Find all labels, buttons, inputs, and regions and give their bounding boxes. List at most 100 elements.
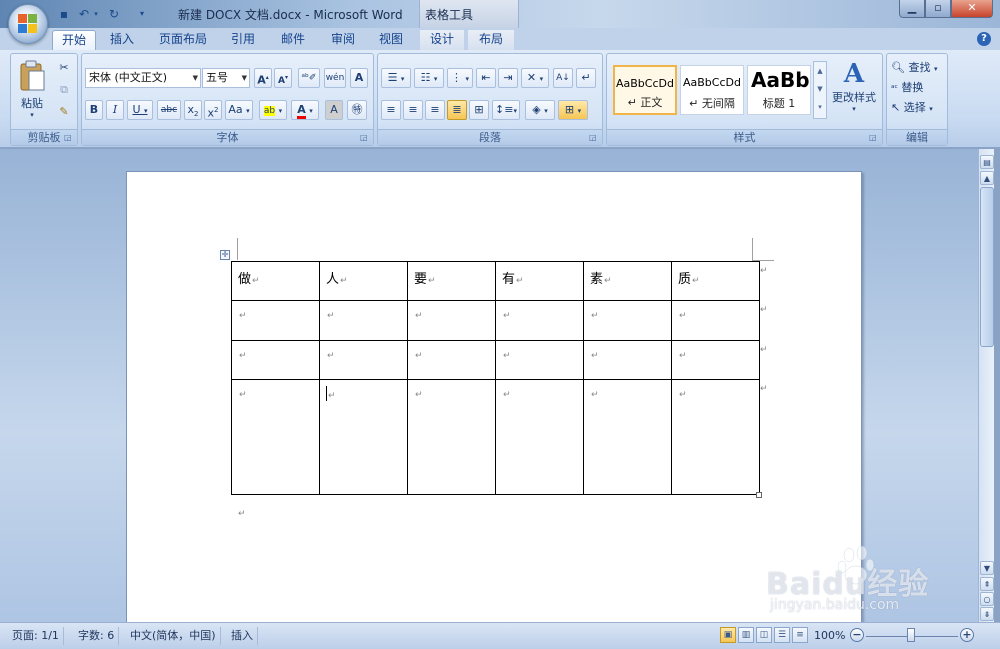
shading-button[interactable]: ◈ ▾ [525, 100, 555, 120]
paragraph-launcher-icon[interactable]: ◲ [589, 133, 599, 143]
character-border-button[interactable]: A [350, 68, 368, 88]
superscript-button[interactable]: x2 [204, 100, 222, 120]
draft-view-icon[interactable]: ≡ [792, 627, 808, 643]
undo-dropdown-icon[interactable]: ▾ [92, 6, 100, 22]
style-no-spacing[interactable]: AaBbCcDd ↵ 无间隔 [680, 65, 744, 115]
align-right-button[interactable]: ≡ [425, 100, 445, 120]
style-normal[interactable]: AaBbCcDd ↵ 正文 [613, 65, 677, 115]
table-cell[interactable]: ↵ [671, 300, 760, 341]
italic-button[interactable]: I [106, 100, 124, 120]
minimize-button[interactable]: ▁ [899, 0, 925, 18]
sort-button[interactable]: A↓ [553, 68, 573, 88]
tab-layout[interactable]: 布局 [468, 30, 514, 50]
asian-layout-button[interactable]: ✕ ▾ [521, 68, 549, 88]
zoom-level[interactable]: 100% [810, 627, 849, 645]
status-language[interactable]: 中文(简体，中国) [126, 627, 221, 645]
scroll-down-arrow[interactable]: ▼ [980, 561, 994, 575]
table-cell[interactable]: ↵ [495, 340, 584, 380]
align-left-button[interactable]: ≡ [381, 100, 401, 120]
customize-qat-icon[interactable]: ▾ [134, 6, 150, 22]
status-word-count[interactable]: 字数: 6 [74, 627, 120, 645]
table-cell[interactable]: ↵ [495, 300, 584, 341]
save-icon[interactable]: ▪ [56, 6, 72, 22]
previous-page-icon[interactable]: ⇞ [980, 577, 994, 591]
table-cell[interactable]: 质↵ [671, 261, 760, 301]
clear-format-button[interactable]: ᵃᵇ✐ [298, 68, 320, 88]
font-size-combo[interactable]: 五号 ▼ [202, 68, 250, 88]
find-button[interactable]: 🔍︎ 查找 ▾ [891, 59, 937, 77]
ruler-toggle-icon[interactable]: ▤ [980, 155, 994, 169]
status-insert-mode[interactable]: 插入 [227, 627, 258, 645]
styles-launcher-icon[interactable]: ◲ [869, 133, 879, 143]
table-resize-handle[interactable] [756, 492, 762, 498]
tab-home[interactable]: 开始 [52, 30, 96, 50]
vertical-scrollbar[interactable]: ▤ ▲ ▼ ⇞ ○ ⇟ [978, 149, 994, 622]
justify-button[interactable]: ≣ [447, 100, 467, 120]
change-case-button[interactable]: Aa ▾ [225, 100, 253, 120]
text-highlight-button[interactable]: ab ▾ [259, 100, 287, 120]
decrease-indent-button[interactable]: ⇤ [476, 68, 496, 88]
table-cell[interactable]: 有↵ [495, 261, 584, 301]
next-page-icon[interactable]: ⇟ [980, 607, 994, 621]
redo-icon[interactable]: ↻ [106, 6, 122, 22]
table-cell[interactable]: 素↵ [583, 261, 672, 301]
replace-button[interactable]: ᵃᶜ 替换 [891, 79, 923, 97]
table-cell[interactable]: ↵ [495, 379, 584, 495]
undo-icon[interactable]: ↶ [76, 6, 92, 22]
format-painter-icon[interactable]: ✎ [55, 102, 73, 122]
tab-review[interactable]: 审阅 [322, 30, 364, 50]
table-cell[interactable]: ↵ [583, 300, 672, 341]
change-styles-button[interactable]: A 更改样式 ▾ [829, 59, 879, 123]
bullets-button[interactable]: ☰ ▾ [381, 68, 411, 88]
multilevel-list-button[interactable]: ⋮ ▾ [447, 68, 473, 88]
table-cell[interactable]: 人↵ [319, 261, 408, 301]
table-cell[interactable]: ↵ [231, 340, 320, 380]
table-cell[interactable]: ↵ [671, 340, 760, 380]
office-button[interactable] [8, 4, 48, 44]
tab-view[interactable]: 视图 [370, 30, 412, 50]
tab-design[interactable]: 设计 [420, 30, 464, 50]
table-cell[interactable]: ↵ [231, 379, 320, 495]
table-cell[interactable]: 要↵ [407, 261, 496, 301]
font-launcher-icon[interactable]: ◲ [360, 133, 370, 143]
show-marks-button[interactable]: ↵ [576, 68, 596, 88]
print-layout-view-icon[interactable]: ▣ [720, 627, 736, 643]
help-icon[interactable]: ? [977, 32, 991, 46]
cut-icon[interactable]: ✂ [55, 58, 73, 78]
align-center-button[interactable]: ≡ [403, 100, 423, 120]
table-cell[interactable]: ↵ [319, 300, 408, 341]
paste-button[interactable]: 粘贴 ▾ [15, 58, 49, 126]
outline-view-icon[interactable]: ☰ [774, 627, 790, 643]
shrink-font-button[interactable]: A▾ [274, 68, 292, 88]
table-cell[interactable]: ↵ [319, 379, 408, 495]
document-page[interactable]: ✛ 做↵ 人↵ 要↵ 有↵ 素↵ 质↵ ↵ ↵ ↵ ↵ ↵ ↵ ↵ ↵ ↵ ↵ … [126, 171, 862, 622]
full-screen-reading-view-icon[interactable]: ▥ [738, 627, 754, 643]
style-heading-1[interactable]: AaBb 标题 1 [747, 65, 811, 115]
table-cell[interactable]: ↵ [319, 340, 408, 380]
bold-button[interactable]: B [85, 100, 103, 120]
clipboard-launcher-icon[interactable]: ◲ [64, 133, 74, 143]
table-cell[interactable]: ↵ [671, 379, 760, 495]
select-browse-object-icon[interactable]: ○ [980, 592, 994, 606]
tab-page-layout[interactable]: 页面布局 [150, 30, 216, 50]
status-page[interactable]: 页面: 1/1 [8, 627, 64, 645]
distributed-button[interactable]: ⊞ [469, 100, 489, 120]
underline-button[interactable]: U ▾ [127, 100, 153, 120]
web-layout-view-icon[interactable]: ◫ [756, 627, 772, 643]
table-cell[interactable]: ↵ [583, 340, 672, 380]
tab-insert[interactable]: 插入 [102, 30, 142, 50]
line-spacing-button[interactable]: ↕≡▾ [492, 100, 520, 120]
table-cell[interactable]: ↵ [407, 300, 496, 341]
zoom-out-icon[interactable]: − [850, 628, 864, 642]
table-cell[interactable]: ↵ [407, 340, 496, 380]
tab-references[interactable]: 引用 [222, 30, 264, 50]
close-button[interactable]: ✕ [951, 0, 993, 18]
table-cell[interactable]: ↵ [407, 379, 496, 495]
strikethrough-button[interactable]: abc [157, 100, 181, 120]
table-cell[interactable]: ↵ [583, 379, 672, 495]
numbering-button[interactable]: ☷ ▾ [414, 68, 444, 88]
document-table[interactable]: 做↵ 人↵ 要↵ 有↵ 素↵ 质↵ ↵ ↵ ↵ ↵ ↵ ↵ ↵ ↵ ↵ ↵ ↵ [231, 261, 760, 495]
zoom-in-icon[interactable]: + [960, 628, 974, 642]
phonetic-guide-button[interactable]: wén [324, 68, 346, 88]
maximize-button[interactable]: ▫ [925, 0, 951, 18]
